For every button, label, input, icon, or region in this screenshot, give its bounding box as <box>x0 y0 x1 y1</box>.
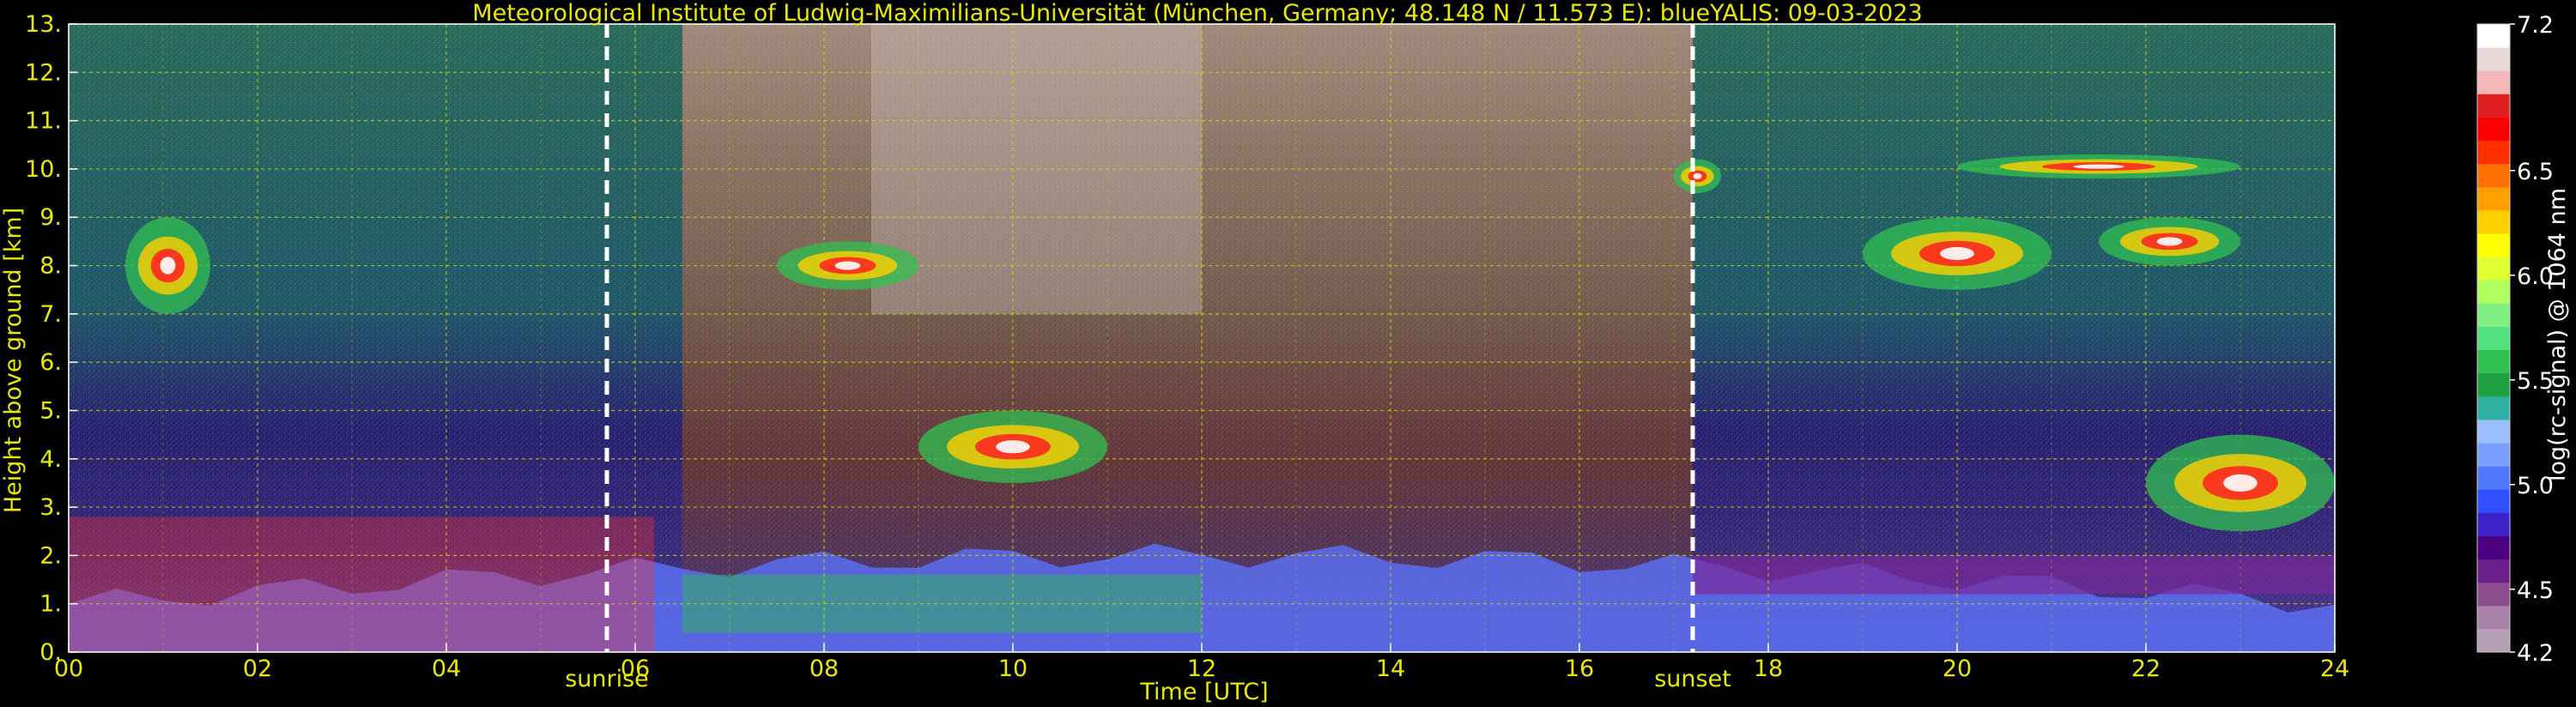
colorbar-segment <box>2477 628 2510 653</box>
x-tick-label: 20 <box>1943 656 1972 682</box>
colorbar-segment <box>2477 466 2510 490</box>
y-tick-label: 1. <box>39 591 62 618</box>
colorbar-segment <box>2477 512 2510 536</box>
colorbar: 4.24.55.05.56.06.57.2 <box>2476 12 2554 667</box>
x-tick-label: 24 <box>2320 656 2349 682</box>
colorbar-segment <box>2477 163 2510 188</box>
colorbar-segment <box>2477 209 2510 234</box>
colorbar-segment <box>2477 70 2510 94</box>
colorbar-tick-label: 7.2 <box>2517 12 2554 39</box>
y-tick-label: 4. <box>39 446 62 473</box>
y-tick-label: 6. <box>39 349 62 376</box>
y-tick-label: 13. <box>25 11 62 38</box>
colorbar-segment <box>2477 257 2510 281</box>
colorbar-segment <box>2477 443 2510 467</box>
colorbar-tick-label: 4.2 <box>2517 640 2554 667</box>
y-tick-label: 2. <box>39 542 62 569</box>
colorbar-label: log(rc-signal) @ 1064 nm <box>2544 188 2571 481</box>
cloud-feature-max <box>996 440 1030 454</box>
x-tick-label: 14 <box>1376 656 1405 682</box>
y-tick-label: 12. <box>25 59 62 86</box>
y-tick-label: 9. <box>39 204 62 231</box>
x-axis-label: Time [UTC] <box>1139 679 1268 705</box>
x-tick-label: 16 <box>1565 656 1594 682</box>
residual-layer <box>1693 555 2335 595</box>
colorbar-tick-label: 6.5 <box>2517 159 2554 185</box>
y-axis-label: Height above ground [km] <box>0 208 27 513</box>
x-tick-label: 10 <box>998 656 1027 682</box>
colorbar-segment <box>2477 140 2510 165</box>
colorbar-segment <box>2477 47 2510 71</box>
y-tick-label: 10. <box>25 156 62 183</box>
colorbar-segment <box>2477 582 2510 607</box>
cloud-feature-max <box>2073 164 2124 169</box>
morning-low-cloud-region <box>69 517 654 652</box>
colorbar-segment <box>2477 605 2510 630</box>
cloud-feature-max <box>2223 474 2258 492</box>
chart-title: Meteorological Institute of Ludwig-Maxim… <box>472 0 1922 27</box>
x-tick-label: 22 <box>2131 656 2161 682</box>
y-tick-label: 7. <box>39 301 62 328</box>
cloud-feature-max <box>1940 246 1974 261</box>
cloud-feature-max <box>1693 172 1702 179</box>
x-tick-label: 02 <box>243 656 272 682</box>
colorbar-segment <box>2477 186 2510 211</box>
colorbar-segment <box>2477 24 2510 48</box>
plot-area <box>69 24 2335 652</box>
colorbar-segment <box>2477 233 2510 257</box>
colorbar-segment <box>2477 349 2510 374</box>
x-tick-label: 18 <box>1754 656 1783 682</box>
cloud-feature-max <box>2156 237 2183 246</box>
colorbar-segment <box>2477 489 2510 513</box>
y-tick-label: 3. <box>39 494 62 521</box>
colorbar-segment <box>2477 280 2510 304</box>
sunset-label: sunset <box>1654 666 1731 692</box>
colorbar-tick-label: 4.5 <box>2517 577 2554 604</box>
colorbar-segment <box>2477 303 2510 327</box>
cloud-feature-max <box>834 261 861 270</box>
colorbar-segment <box>2477 559 2510 583</box>
colorbar-segment <box>2477 117 2510 142</box>
lidar-chart: sunrise sunset 00 02 04 06 08 10 12 14 16 18 20 22 24… <box>0 0 2571 705</box>
colorbar-segment <box>2477 396 2510 420</box>
y-tick-label: 11. <box>25 108 62 135</box>
y-tick-label: 0. <box>39 639 62 666</box>
colorbar-segment <box>2477 94 2510 118</box>
x-tick-label: 04 <box>432 656 461 682</box>
y-tick-label: 8. <box>39 253 62 280</box>
colorbar-segment <box>2477 372 2510 397</box>
x-tick-label: 08 <box>809 656 839 682</box>
colorbar-segment <box>2477 419 2510 444</box>
y-tick-label: 5. <box>39 397 62 424</box>
colorbar-segment <box>2477 326 2510 351</box>
colorbar-segment <box>2477 535 2510 560</box>
cloud-feature-max <box>160 257 176 275</box>
x-tick-label: 06 <box>621 656 650 682</box>
